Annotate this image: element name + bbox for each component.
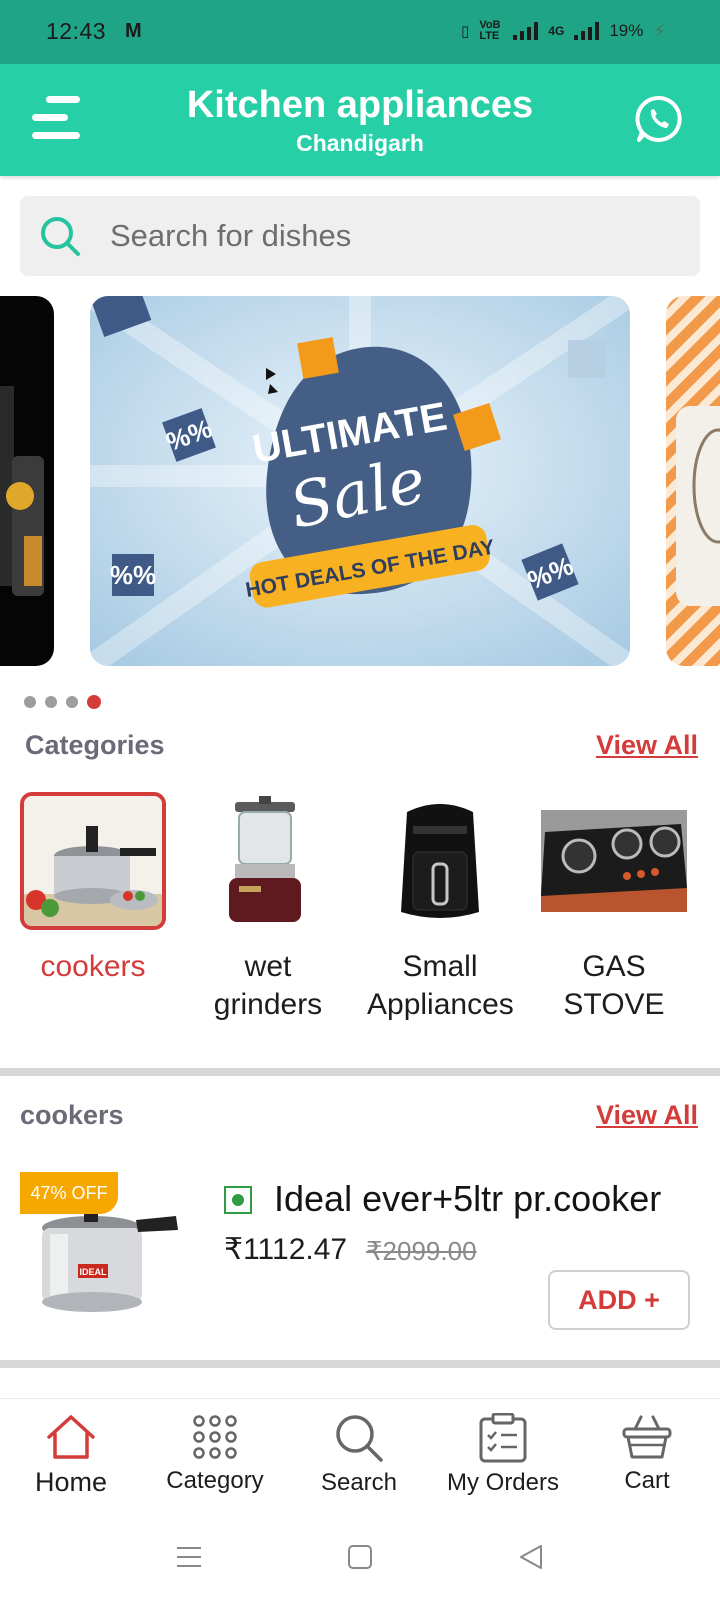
status-time: 12:43	[46, 18, 107, 44]
status-bar: 12:43 M ▯ VoB LTE 4G 19% ⚡	[0, 0, 720, 64]
gas-stove-image	[541, 810, 687, 912]
carousel-dot-active[interactable]	[87, 695, 101, 709]
product-name[interactable]: Ideal ever+5ltr pr.cooker	[274, 1178, 661, 1220]
category-label: cookers	[40, 950, 146, 983]
section-divider	[0, 1360, 720, 1368]
signal-icon-2	[574, 22, 600, 40]
nav-my-orders[interactable]: My Orders	[438, 1413, 568, 1497]
carousel-dot[interactable]	[45, 696, 57, 708]
banner-next[interactable]	[666, 296, 720, 666]
banner-ultimate-sale[interactable]: ULTIMATE Sale HOT DEALS OF THE DAY %% %%…	[90, 296, 630, 666]
nav-cart[interactable]: Cart	[582, 1413, 712, 1495]
vibrate-icon: ▯	[461, 23, 470, 40]
pressure-cooker-image	[24, 796, 162, 926]
volte-icon: VoB LTE	[479, 19, 501, 42]
discount-badge: 47% OFF	[20, 1172, 118, 1214]
system-navigation-bar	[0, 1520, 720, 1600]
category-label: Small Appliances	[367, 950, 514, 1021]
nav-search[interactable]: Search	[294, 1413, 424, 1497]
nav-category[interactable]: Category	[150, 1413, 280, 1495]
veg-indicator-icon	[224, 1186, 252, 1214]
clipboard-list-icon	[479, 1413, 527, 1463]
charging-icon: ⚡	[653, 20, 666, 41]
categories-view-all-link[interactable]: View All	[596, 730, 698, 761]
product-price: ₹1112.47	[224, 1233, 348, 1266]
search-icon	[336, 1415, 383, 1462]
page-title: Kitchen appliances	[186, 84, 534, 126]
bottom-navigation: Home Category Search My Orders Cart	[0, 1398, 720, 1520]
svg-text:%%: %%	[110, 560, 156, 590]
signal-icon	[513, 22, 539, 40]
cookers-view-all-link[interactable]: View All	[596, 1100, 698, 1131]
categories-heading: Categories	[25, 730, 165, 760]
category-cookers[interactable]: cookers	[20, 792, 166, 986]
home-icon	[47, 1415, 95, 1459]
cart-basket-icon	[622, 1415, 672, 1459]
category-label: GAS STOVE	[563, 950, 665, 1021]
cookers-heading: cookers	[20, 1100, 124, 1130]
kitchenware-image	[676, 406, 720, 606]
banner-previous[interactable]	[0, 296, 54, 666]
app-header: Kitchen appliances Chandigarh	[0, 64, 720, 176]
appliance-image	[0, 386, 44, 596]
search-icon	[41, 217, 80, 256]
category-thumbnail	[20, 792, 166, 930]
carousel-dot[interactable]	[24, 696, 36, 708]
status-icons: ▯ VoB LTE 4G 19% ⚡	[461, 20, 666, 42]
whatsapp-icon[interactable]	[634, 94, 684, 144]
search-bar[interactable]	[20, 196, 700, 276]
section-divider	[0, 1068, 720, 1076]
search-input[interactable]	[110, 210, 670, 262]
sale-banner-image: ULTIMATE Sale HOT DEALS OF THE DAY %% %%…	[90, 296, 630, 666]
nav-category-label: Category	[166, 1467, 264, 1494]
air-fryer-image	[401, 804, 479, 918]
category-wet-grinders[interactable]: wet grinders	[195, 792, 341, 1024]
nav-home-label: Home	[34, 1467, 108, 1497]
product-mrp: ₹2099.00	[366, 1236, 477, 1266]
back-icon[interactable]	[518, 1544, 544, 1570]
network-type-icon: 4G	[548, 24, 565, 38]
category-thumbnail	[367, 792, 513, 930]
nav-cart-label: Cart	[624, 1467, 670, 1494]
battery-percent: 19%	[609, 21, 644, 40]
category-label: wet grinders	[213, 950, 323, 1021]
carousel-dot[interactable]	[66, 696, 78, 708]
wet-grinder-image	[229, 796, 301, 922]
nav-search-label: Search	[320, 1469, 398, 1496]
grid-icon	[193, 1415, 237, 1459]
nav-home[interactable]: Home	[6, 1413, 136, 1498]
gmail-notification-icon: M	[125, 20, 142, 42]
recent-apps-icon[interactable]	[176, 1544, 202, 1570]
category-small-appliances[interactable]: Small Appliances	[367, 792, 514, 1024]
category-thumbnail	[541, 792, 687, 930]
category-gas-stove[interactable]: GAS STOVE	[541, 792, 687, 1024]
carousel-indicator	[24, 695, 101, 709]
nav-my-orders-label: My Orders	[446, 1469, 559, 1496]
add-to-cart-button[interactable]: ADD +	[548, 1270, 690, 1330]
location-subtitle: Chandigarh	[296, 130, 424, 156]
category-thumbnail	[195, 792, 341, 930]
svg-text:IDEAL: IDEAL	[80, 1267, 108, 1277]
home-square-icon[interactable]	[347, 1544, 373, 1570]
